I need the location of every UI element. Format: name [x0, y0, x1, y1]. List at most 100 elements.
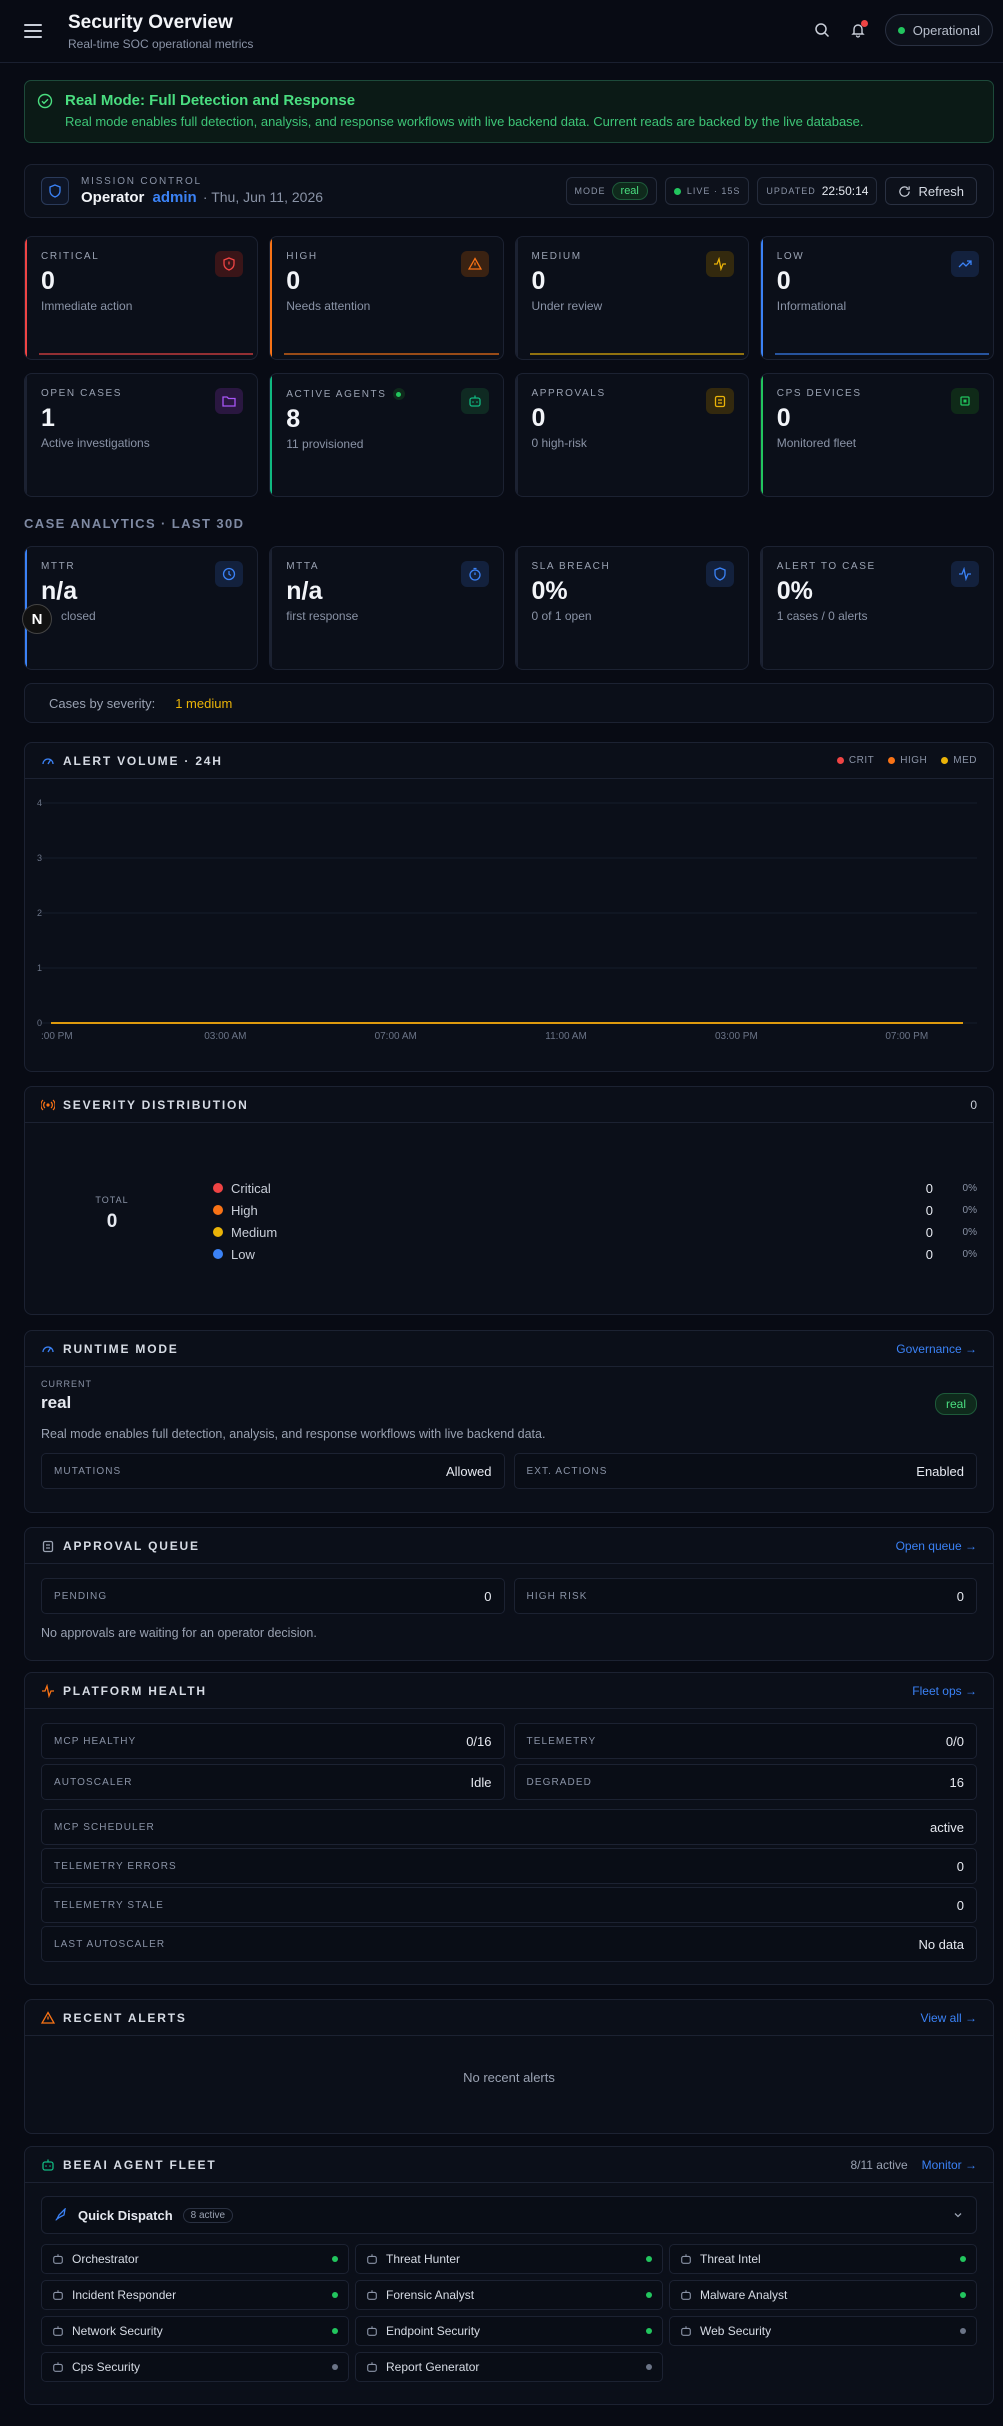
critical-bar: [25, 237, 27, 359]
quick-dispatch[interactable]: Quick Dispatch 8 active: [41, 2196, 977, 2234]
approval-empty: No approvals are waiting for an operator…: [41, 1626, 317, 1640]
agent-item[interactable]: Threat Hunter: [355, 2244, 663, 2274]
open-cases-card[interactable]: OPEN CASES 1 Active investigations: [24, 373, 259, 497]
card-value: 0: [286, 267, 301, 295]
status-badge[interactable]: Operational: [884, 14, 993, 46]
bot-icon: [460, 388, 489, 414]
operator-user[interactable]: admin: [153, 189, 197, 206]
mtta-card[interactable]: MTTA n/a first response: [269, 546, 504, 670]
telemetry-errors-row: TELEMETRY ERRORS 0: [41, 1848, 977, 1884]
floating-n-badge[interactable]: N: [22, 604, 52, 634]
severity-name: High: [231, 1202, 258, 1218]
agent-status-dot-icon: [960, 2256, 966, 2262]
card-desc: 0 high-risk: [531, 436, 587, 450]
bell-icon[interactable]: [849, 20, 868, 39]
open-queue-link[interactable]: Open queue →: [896, 1539, 977, 1553]
fleet-ops-link[interactable]: Fleet ops →: [912, 1684, 977, 1698]
refresh-icon: [899, 185, 911, 197]
agent-item[interactable]: Report Generator: [355, 2352, 663, 2382]
bot-icon: [367, 2326, 377, 2336]
agent-name: Web Security: [700, 2324, 772, 2338]
kv-value: No data: [918, 1936, 964, 1952]
kv-key: TELEMETRY: [526, 1735, 597, 1747]
autoscaler-row: AUTOSCALER Idle: [41, 1764, 505, 1800]
card-desc: first response: [286, 609, 359, 623]
kv-key: DEGRADED: [526, 1776, 592, 1788]
card-value: 0%: [531, 577, 568, 605]
mcp-scheduler-row: MCP SCHEDULER active: [41, 1809, 977, 1845]
governance-link[interactable]: Governance →: [896, 1342, 977, 1356]
banner-text: Real mode enables full detection, analys…: [65, 114, 864, 129]
high-line: [284, 353, 499, 355]
sla-breach-card[interactable]: SLA BREACH 0% 0 of 1 open: [514, 546, 749, 670]
x-tick-label: :00 PM: [41, 1031, 73, 1042]
agent-item[interactable]: Orchestrator: [41, 2244, 349, 2274]
high-card[interactable]: HIGH 0 Needs attention: [269, 236, 504, 360]
kv-key: LAST AUTOSCALER: [54, 1938, 166, 1950]
bot-icon: [681, 2290, 691, 2300]
agent-item[interactable]: Forensic Analyst: [355, 2280, 663, 2310]
card-value: 0: [776, 404, 791, 432]
view-all-link[interactable]: View all →: [921, 2011, 977, 2025]
banner-title: Real Mode: Full Detection and Response: [65, 92, 356, 109]
mttr-card[interactable]: MTTR n/a closed: [24, 546, 259, 670]
card-desc: Immediate action: [41, 299, 133, 313]
kv-value: 0/0: [945, 1733, 964, 1749]
approval-body: PENDING 0 HIGH RISK 0 No approvals are wai…: [25, 1564, 993, 1640]
agent-item[interactable]: Malware Analyst: [669, 2280, 977, 2310]
agent-item[interactable]: Incident Responder: [41, 2280, 349, 2310]
medium-card[interactable]: MEDIUM 0 Under review: [514, 236, 749, 360]
card-desc: Under review: [531, 299, 603, 313]
menu-icon[interactable]: [24, 24, 42, 38]
search-icon[interactable]: [813, 21, 831, 39]
card-desc: Monitored fleet: [776, 436, 857, 450]
kv-key: MCP SCHEDULER: [54, 1821, 155, 1833]
kv-key: HIGH RISK: [526, 1590, 588, 1602]
activity-icon: [42, 1683, 54, 1698]
card-value: n/a: [41, 577, 78, 605]
card-left-bar: [760, 547, 763, 669]
critical-card[interactable]: CRITICAL 0 Immediate action: [24, 236, 259, 360]
kv-value: 0: [956, 1897, 964, 1913]
mission-chips: MODE real LIVE · 15S UPDATED 22:50:14 Refr…: [565, 177, 977, 205]
agent-item[interactable]: Threat Intel: [669, 2244, 977, 2274]
severity-dot-icon: [213, 1249, 223, 1259]
alert-to-case-card[interactable]: ALERT TO CASE 0% 1 cases / 0 alerts: [759, 546, 994, 670]
cps-devices-card[interactable]: CPS DEVICES 0 Monitored fleet: [759, 373, 994, 497]
agent-name: Malware Analyst: [700, 2288, 788, 2302]
gauge-icon: [42, 757, 54, 764]
card-label: CRITICAL: [41, 251, 100, 262]
low-bar: [760, 237, 763, 359]
runtime-header: RUNTIME MODE Governance →: [25, 1331, 993, 1367]
agent-item[interactable]: Cps Security: [41, 2352, 349, 2382]
cases-severity-value[interactable]: 1 medium: [175, 696, 232, 711]
card-label: OPEN CASES: [41, 388, 123, 399]
refresh-button[interactable]: Refresh: [885, 177, 977, 205]
agent-status-dot-icon: [646, 2292, 652, 2298]
approvals-card[interactable]: APPROVALS 0 0 high-risk: [514, 373, 749, 497]
telemetry-stale-row: TELEMETRY STALE 0: [41, 1887, 977, 1923]
ops-cards: OPEN CASES 1 Active investigations ACTIV…: [24, 373, 994, 497]
agent-item[interactable]: Network Security: [41, 2316, 349, 2346]
runtime-kv: MUTATIONS Allowed EXT. ACTIONS Enabled: [41, 1453, 977, 1489]
monitor-link[interactable]: Monitor →: [922, 2158, 977, 2172]
severity-cards: CRITICAL 0 Immediate action HIGH 0 Needs…: [24, 236, 994, 360]
agent-item[interactable]: Endpoint Security: [355, 2316, 663, 2346]
runtime-mode-panel: RUNTIME MODE Governance → CURRENT real r…: [24, 1330, 994, 1513]
y-tick-label: 4: [37, 798, 42, 808]
low-card[interactable]: LOW 0 Informational: [759, 236, 994, 360]
high-bar: [270, 237, 273, 359]
active-agents-card[interactable]: ACTIVE AGENTS 8 11 provisioned: [269, 373, 504, 497]
agent-item[interactable]: Web Security: [669, 2316, 977, 2346]
severity-distribution-panel: SEVERITY DISTRIBUTION 0 TOTAL 0 Critical…: [24, 1086, 994, 1315]
severity-name: Medium: [231, 1224, 278, 1240]
total-value: 0: [106, 1211, 118, 1232]
shield-icon: [41, 177, 69, 205]
legend-item: CRIT: [836, 755, 874, 766]
card-value: n/a: [286, 577, 323, 605]
dispatch-label: Quick Dispatch: [78, 2207, 173, 2223]
check-circle-icon: [37, 93, 53, 109]
mode-banner: Real Mode: Full Detection and Response R…: [24, 80, 994, 143]
distribution-title: SEVERITY DISTRIBUTION: [63, 1097, 249, 1112]
updated-chip: UPDATED 22:50:14: [757, 177, 878, 205]
